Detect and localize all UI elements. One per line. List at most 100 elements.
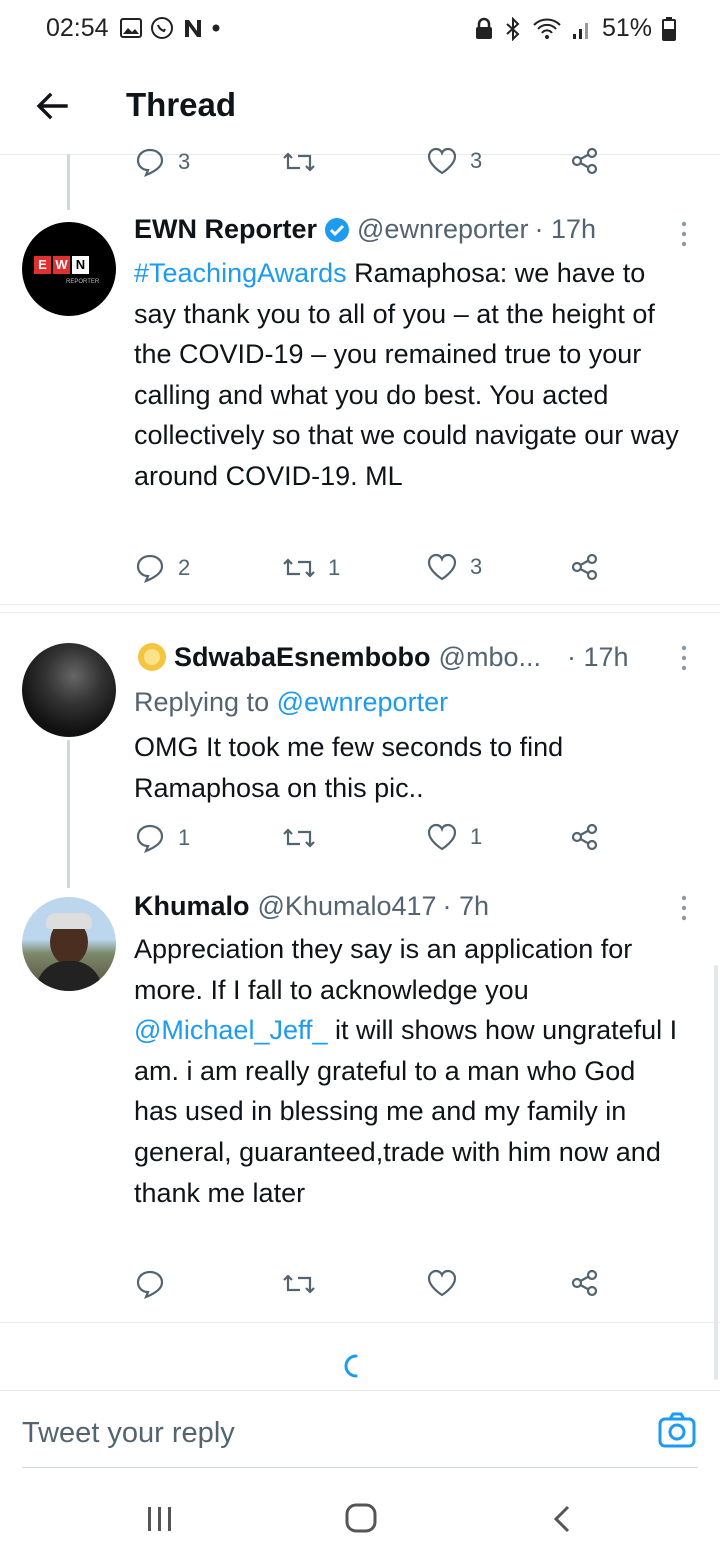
author-name[interactable]: Khumalo (134, 891, 250, 922)
reply-count: 1 (178, 825, 191, 850)
status-time: 02:54 (46, 14, 109, 42)
camera-icon[interactable] (658, 1411, 696, 1449)
tweet-author-row: SdwabaEsnembobo @mbo... · 17h (134, 641, 629, 673)
reply-action[interactable]: 2 (134, 552, 190, 584)
share-action[interactable] (570, 822, 600, 852)
retweet-icon (283, 152, 315, 172)
ewn-logo: E W N (34, 256, 89, 274)
retweet-action[interactable] (282, 822, 328, 854)
reply-icon (136, 1270, 164, 1299)
thread-header: Thread (0, 60, 720, 155)
reply-icon (136, 824, 164, 853)
retweet-action[interactable]: 1 (282, 552, 340, 584)
android-nav-bar (0, 1470, 720, 1560)
notification-dot-icon (212, 24, 220, 32)
thread-connector (67, 740, 70, 888)
sun-emoji-icon (138, 643, 166, 671)
avatar[interactable]: E W N REPORTER (22, 222, 116, 316)
hashtag-link[interactable]: #TeachingAwards (134, 258, 347, 288)
heart-icon (427, 1269, 457, 1297)
reply-count: 2 (178, 555, 191, 580)
home-icon[interactable] (344, 1502, 378, 1534)
author-name[interactable]: SdwabaEsnembobo (174, 642, 431, 673)
reply-count: 3 (178, 149, 191, 174)
reply-icon (136, 148, 164, 177)
wifi-icon (533, 18, 561, 39)
heart-icon (427, 553, 457, 581)
whatsapp-icon (151, 17, 173, 39)
prev-tweet-actions: 3 3 (134, 146, 614, 186)
scrollbar[interactable] (714, 965, 718, 1380)
tweet-time: · 7h (442, 891, 490, 921)
retweet-action[interactable] (282, 1268, 328, 1300)
like-action[interactable]: 3 (426, 552, 482, 582)
author-handle: @Khumalo417 (257, 891, 437, 921)
more-options-icon[interactable] (676, 644, 692, 672)
bluetooth-icon (506, 16, 520, 41)
share-action[interactable] (570, 552, 600, 582)
tweet-actions: 2 1 3 (134, 552, 614, 592)
recent-apps-icon[interactable] (146, 1506, 174, 1532)
reply-bar: Tweet your reply (0, 1390, 720, 1469)
more-options-icon[interactable] (676, 220, 692, 248)
lock-icon (475, 17, 492, 39)
loading-spinner-icon (344, 1354, 358, 1378)
share-icon (571, 1269, 598, 1297)
heart-icon (427, 147, 457, 175)
tweet-time: · 17h (566, 641, 629, 672)
more-options-icon[interactable] (676, 894, 692, 922)
mention-link[interactable]: @Michael_Jeff_ (134, 1015, 328, 1045)
reply-underline (22, 1467, 698, 1468)
author-name[interactable]: EWN Reporter (134, 214, 317, 245)
reply-action[interactable]: 3 (134, 146, 190, 178)
avatar[interactable] (22, 897, 116, 991)
back-arrow-icon[interactable] (32, 86, 72, 126)
author-handle: @ewnreporter (357, 214, 529, 244)
retweet-action[interactable] (282, 146, 328, 178)
tweet-author-row: Khumalo @Khumalo417 · 7h (134, 891, 489, 922)
share-icon (571, 553, 598, 581)
battery-icon (662, 16, 676, 41)
page-title: Thread (126, 86, 237, 123)
share-action[interactable] (570, 1268, 600, 1298)
replying-handle-link[interactable]: @ewnreporter (277, 687, 448, 717)
like-action[interactable]: 1 (426, 822, 482, 852)
author-handle: @mbo... (438, 641, 541, 672)
reply-icon (136, 554, 164, 583)
reply-action[interactable] (134, 1268, 178, 1300)
news-app-icon (185, 20, 201, 37)
divider (0, 1322, 720, 1323)
signal-icon (572, 22, 588, 39)
divider (0, 604, 720, 605)
like-action[interactable]: 3 (426, 146, 482, 176)
tweet-text: OMG It took me few seconds to find Ramap… (134, 732, 564, 803)
tweet-time: · 17h (534, 214, 597, 244)
share-icon (571, 823, 598, 851)
tweet-actions: 1 1 (134, 822, 614, 862)
divider (0, 612, 720, 613)
avatar[interactable] (22, 643, 116, 737)
share-action[interactable] (570, 146, 600, 176)
reply-input[interactable]: Tweet your reply (22, 1417, 235, 1450)
like-action[interactable] (426, 1268, 470, 1298)
gallery-icon (120, 18, 142, 38)
like-count: 1 (470, 824, 483, 849)
status-bar: 02:54 51% (0, 0, 720, 60)
tweet-text: Appreciation they say is an application … (134, 934, 678, 1208)
retweet-icon (283, 558, 315, 578)
tweet-author-row: EWN Reporter @ewnreporter · 17h (134, 214, 596, 245)
tweet-text: #TeachingAwards Ramaphosa: we have to sa… (134, 258, 679, 491)
share-icon (571, 147, 598, 175)
like-count: 3 (470, 148, 483, 173)
back-nav-icon[interactable] (552, 1504, 572, 1534)
like-count: 3 (470, 554, 483, 579)
battery-percent: 51% (601, 14, 652, 42)
thread-connector (67, 154, 70, 210)
retweet-icon (283, 828, 315, 848)
tweet-actions (134, 1268, 614, 1308)
retweet-count: 1 (328, 555, 341, 580)
heart-icon (427, 823, 457, 851)
retweet-icon (283, 1274, 315, 1294)
reply-action[interactable]: 1 (134, 822, 190, 854)
replying-to: Replying to @ewnreporter (134, 687, 449, 717)
